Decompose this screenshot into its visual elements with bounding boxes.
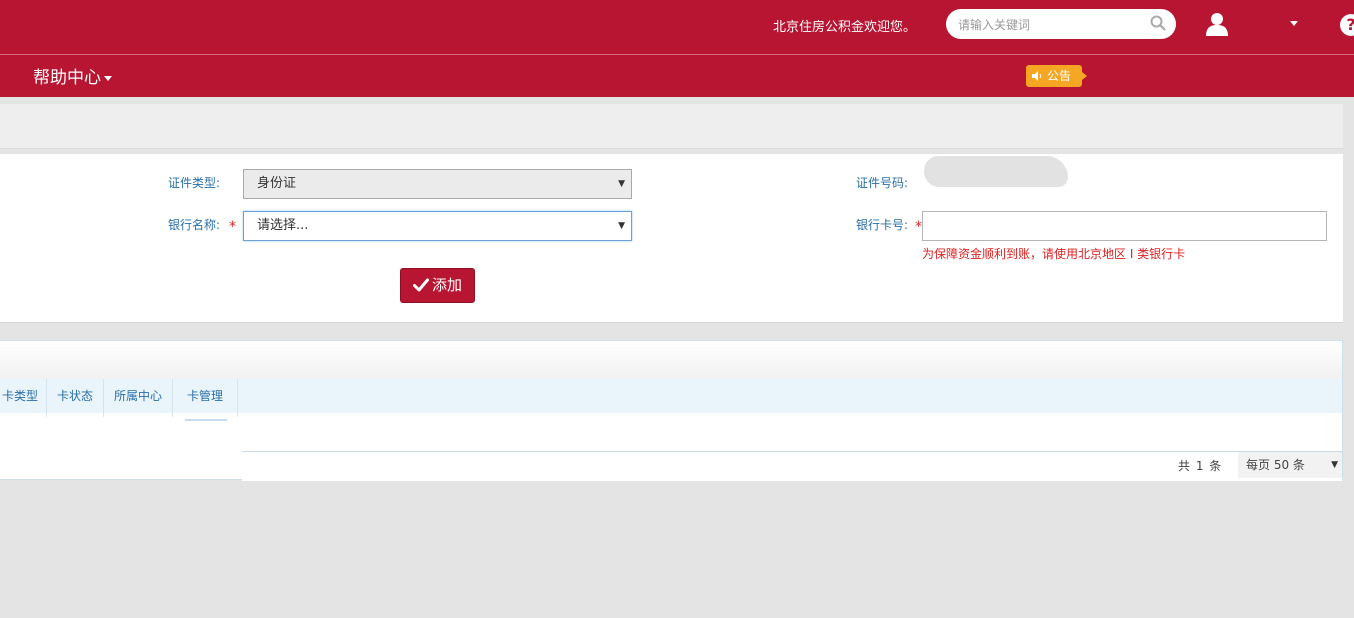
chevron-down-icon — [104, 75, 112, 81]
column-header-card-manage[interactable]: 卡管理 — [173, 379, 238, 417]
search-box[interactable] — [946, 9, 1176, 39]
bank-name-label: 银行名称: — [168, 218, 221, 232]
table-header: 卡类型 卡状态 所属中心 卡管理 — [0, 379, 1342, 417]
speaker-icon — [1032, 71, 1042, 81]
id-number-redacted — [924, 156, 1068, 187]
id-type-value: 身份证 — [257, 176, 297, 191]
dropdown-arrow-icon: ▼ — [1331, 460, 1338, 470]
check-icon — [412, 278, 429, 292]
nav-bar — [0, 55, 1354, 97]
user-icon[interactable] — [1206, 12, 1228, 36]
table-footer — [242, 451, 1342, 481]
notice-badge[interactable]: 公告 — [1026, 65, 1087, 87]
per-page-value: 每页 50 条 — [1246, 458, 1305, 472]
bank-name-value: 请选择... — [257, 218, 309, 233]
column-header-card-status[interactable]: 卡状态 — [47, 379, 104, 417]
total-count: 共 1 条 — [1178, 459, 1223, 473]
user-menu-caret-icon[interactable] — [1290, 21, 1298, 26]
required-mark: * — [915, 219, 922, 235]
table-toolbar — [0, 341, 1342, 380]
bank-name-select[interactable]: 请选择... ▼ — [243, 211, 632, 241]
nav-help-center-label: 帮助中心 — [33, 68, 101, 88]
id-number-label: 证件号码: — [856, 176, 909, 190]
id-type-select: 身份证 ▼ — [243, 169, 632, 199]
column-header-card-type[interactable]: 卡类型 — [0, 379, 47, 417]
column-resize-indicator — [185, 419, 227, 421]
page-header-panel — [0, 104, 1343, 149]
card-number-input[interactable] — [922, 211, 1327, 241]
dropdown-arrow-icon: ▼ — [618, 221, 625, 231]
card-number-label: 银行卡号: — [856, 218, 909, 232]
add-button[interactable]: 添加 — [400, 268, 475, 303]
welcome-text: 北京住房公积金欢迎您。 — [773, 20, 917, 35]
card-table-panel: 卡类型 卡状态 所属中心 卡管理 — [0, 340, 1343, 481]
dropdown-arrow-icon: ▼ — [618, 179, 625, 189]
id-type-label: 证件类型: — [168, 176, 221, 190]
nav-help-center[interactable]: 帮助中心 — [33, 63, 112, 88]
search-input[interactable] — [956, 15, 1150, 35]
required-mark: * — [229, 219, 236, 235]
per-page-select[interactable]: 每页 50 条 ▼ — [1238, 452, 1342, 478]
add-button-label: 添加 — [431, 276, 462, 294]
notice-label: 公告 — [1047, 69, 1072, 83]
search-icon[interactable] — [1149, 14, 1167, 32]
card-number-hint: 为保障资金顺利到账，请使用北京地区 I 类银行卡 — [922, 247, 1186, 261]
column-header-center[interactable]: 所属中心 — [104, 379, 173, 417]
